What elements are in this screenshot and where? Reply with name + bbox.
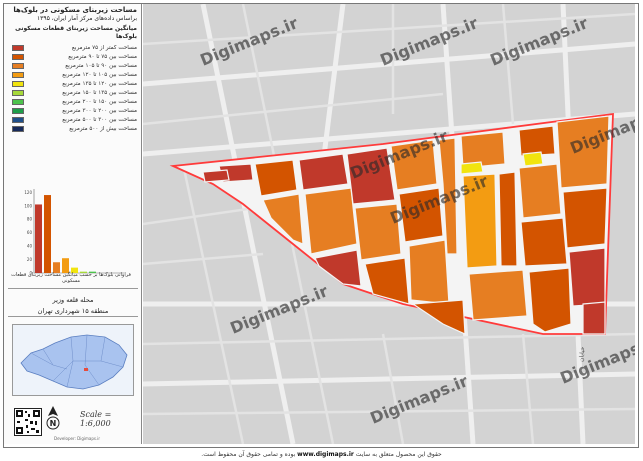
separator — [8, 316, 138, 317]
y-tick-label: 40 — [27, 244, 33, 249]
legend-item-label: مساحت بین ۱۵۰ تا ۲۰۰ مترمربع — [62, 98, 137, 105]
legend-item: مساحت کمتر از ۷۵ مترمربع — [8, 43, 137, 52]
legend-swatch — [12, 44, 24, 51]
legend-item-label: مساحت بین ۹۰ تا ۱۰۵ مترمربع — [65, 62, 137, 69]
copyright-footer: حقوق این محصول متعلق به سایت www.digimap… — [201, 451, 442, 458]
chart-caption: فراوانی بلوک‌ها بر حسب میانگین مساحت زیر… — [11, 272, 131, 284]
street-label: خیابان — [578, 346, 586, 362]
legend-item-label: مساحت بین ۱۰۵ تا ۱۲۰ مترمربع — [62, 71, 137, 78]
legend-item-label: مساحت کمتر از ۷۵ مترمربع — [71, 44, 137, 51]
legend-swatch — [12, 62, 24, 69]
legend-item-label: مساحت بین ۱۳۵ تا ۱۵۰ مترمربع — [62, 89, 137, 96]
legend-swatch — [12, 71, 24, 78]
legend-heading: میانگین مساحت زیربنای قطعات مسکونی بلوک‌… — [15, 25, 137, 40]
legend-item: مساحت بین ۹۰ تا ۱۰۵ مترمربع — [8, 61, 137, 70]
location-inset-map — [12, 324, 134, 396]
y-tick-label: 60 — [27, 230, 33, 235]
legend-title: مساحت زیربنای مسکونی در بلوک‌ها — [13, 6, 137, 14]
legend-item: مساحت بین ۱۳۵ تا ۱۵۰ مترمربع — [8, 88, 137, 97]
legend-swatch — [12, 125, 24, 132]
legend-subtitle: براساس داده‌های مرکز آمار ایران، ۱۳۹۵ — [36, 15, 137, 22]
histogram-bar — [35, 204, 42, 273]
legend-panel: مساحت زیربنای مسکونی در بلوک‌ها براساس د… — [4, 4, 142, 444]
legend-item: مساحت بین ۱۵۰ تا ۲۰۰ مترمربع — [8, 97, 137, 106]
footer-site-link[interactable]: www.digimaps.ir — [297, 451, 354, 458]
legend-item-label: مساحت بیش از ۵۰۰ مترمربع — [69, 125, 137, 132]
north-arrow-icon: N — [46, 406, 60, 430]
legend-swatch — [12, 80, 24, 87]
y-tick-label: 20 — [27, 257, 33, 262]
legend-items: مساحت کمتر از ۷۵ مترمربع مساحت بین ۷۵ تا … — [8, 43, 137, 133]
y-tick-label: 80 — [27, 217, 33, 222]
legend-item-label: مساحت بین ۳۰۰ تا ۵۰۰ مترمربع — [62, 116, 137, 123]
legend-item: مساحت بین ۳۰۰ تا ۵۰۰ مترمربع — [8, 115, 137, 124]
separator — [8, 288, 138, 289]
neighborhood-name: محله قلعه وزیر — [52, 296, 94, 304]
legend-item-label: مساحت بین ۱۲۰ تا ۱۳۵ مترمربع — [62, 80, 137, 87]
legend-item-label: مساحت بین ۲۰۰ تا ۳۰۰ مترمربع — [62, 107, 137, 114]
histogram-bar — [44, 195, 51, 273]
tehran-outline — [20, 334, 128, 390]
district-name: منطقه ۱۵ شهرداری تهران — [37, 307, 109, 315]
legend-item: مساحت بیش از ۵۰۰ مترمربع — [8, 124, 137, 133]
map-svg: Digimaps.ir Digimaps.ir Digimaps.ir Digi… — [143, 4, 635, 444]
legend-swatch — [12, 98, 24, 105]
legend-swatch — [12, 116, 24, 123]
legend-swatch — [12, 89, 24, 96]
y-tick-label: 100 — [24, 203, 32, 208]
legend-swatch — [12, 107, 24, 114]
location-marker — [84, 368, 88, 371]
legend-item: مساحت بین ۱۰۵ تا ۱۲۰ مترمربع — [8, 70, 137, 79]
map-canvas[interactable]: Digimaps.ir Digimaps.ir Digimaps.ir Digi… — [143, 4, 635, 444]
histogram-bar — [62, 258, 69, 273]
qr-code-icon — [14, 408, 42, 436]
map-footer-tools: N Scale = 1:6,000 Developer: Digimaps.ir — [8, 402, 141, 444]
y-tick-label: 120 — [24, 190, 32, 195]
legend-item: مساحت بین ۱۲۰ تا ۱۳۵ مترمربع — [8, 79, 137, 88]
scale-label: Scale = 1:6,000 — [80, 410, 112, 428]
svg-text:N: N — [50, 419, 57, 428]
legend-item-label: مساحت بین ۷۵ تا ۹۰ مترمربع — [68, 53, 137, 60]
legend-item: مساحت بین ۲۰۰ تا ۳۰۰ مترمربع — [8, 106, 137, 115]
legend-swatch — [12, 53, 24, 60]
legend-item: مساحت بین ۷۵ تا ۹۰ مترمربع — [8, 52, 137, 61]
developer-line: Developer: Digimaps.ir — [54, 436, 100, 441]
